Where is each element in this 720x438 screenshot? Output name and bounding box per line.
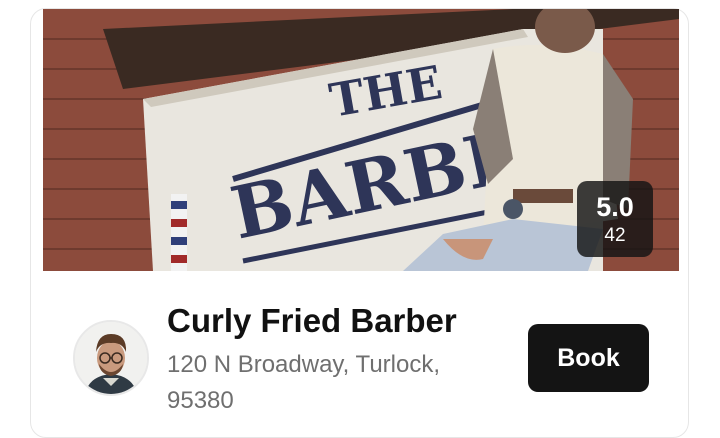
shop-address: 120 N Broadway, Turlock, 95380: [167, 351, 441, 414]
book-button[interactable]: Book: [528, 324, 649, 392]
rating-score: 5.0: [596, 192, 634, 222]
barber-avatar[interactable]: [73, 320, 149, 396]
shop-info: Curly Fried Barber 120 N Broadway, Turlo…: [167, 301, 497, 419]
avatar-illustration: [75, 322, 147, 394]
rating-badge: 5.0 42: [577, 181, 653, 257]
shop-name[interactable]: Curly Fried Barber: [167, 301, 497, 341]
review-count: 42: [604, 225, 626, 246]
barber-card[interactable]: THE BARBE 5.0 42 Curly Fried Barber 120 …: [30, 8, 689, 438]
